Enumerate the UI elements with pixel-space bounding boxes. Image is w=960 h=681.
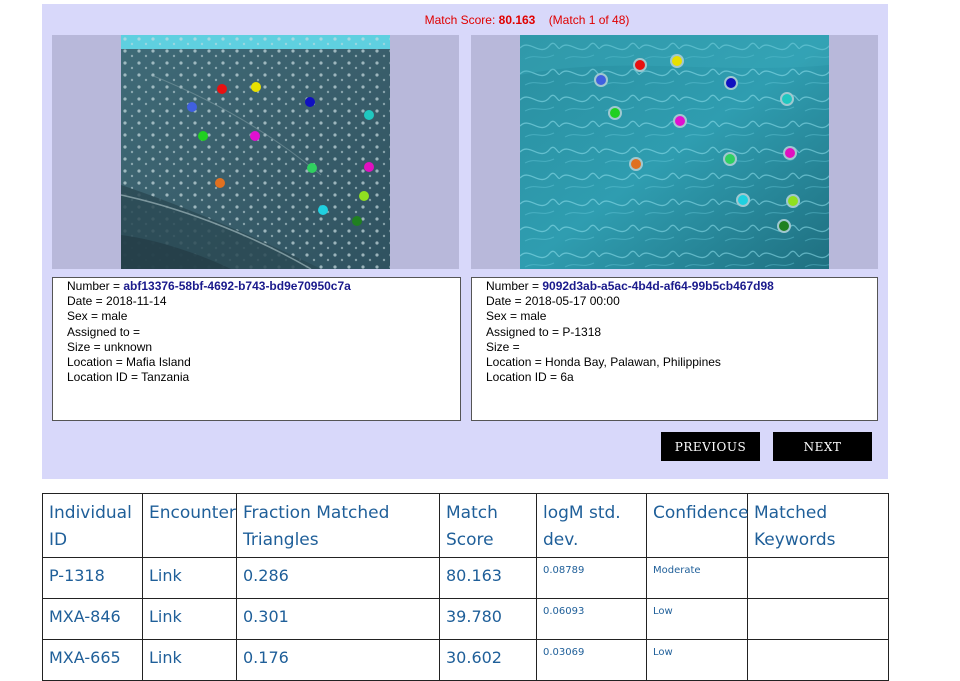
spot-marker [364, 162, 374, 172]
match-score-label: Match Score: [424, 13, 496, 27]
encounter-sex: Sex = male [486, 309, 547, 324]
right-encounter-info: Number = 9092d3ab-a5ac-4b4d-af64-99b5cb4… [471, 277, 878, 421]
individual-id-link[interactable]: MXA-665 [42, 639, 143, 681]
previous-button[interactable]: Previous [661, 432, 760, 461]
match-score-value: 80.163 [498, 13, 536, 27]
encounter-location: Location = Honda Bay, Palawan, Philippin… [486, 355, 721, 370]
fraction-matched-cell: 0.301 [236, 598, 440, 640]
table-row: MXA-665 Link 0.176 30.602 0.03069 Low [42, 639, 889, 681]
table-row: MXA-846 Link 0.301 39.780 0.06093 Low [42, 598, 889, 640]
spot-marker [352, 216, 362, 226]
encounter-number-label: Number = [67, 279, 124, 293]
encounter-number-link[interactable]: 9092d3ab-a5ac-4b4d-af64-99b5cb467d98 [542, 279, 773, 293]
spot-marker [736, 193, 750, 207]
encounter-link[interactable]: Link [142, 557, 237, 599]
fraction-matched-cell: 0.176 [236, 639, 440, 681]
encounter-number-line: Number = abf13376-58bf-4692-b743-bd9e709… [67, 279, 460, 294]
confidence-cell: Low [646, 639, 748, 681]
fraction-matched-cell: 0.286 [236, 557, 440, 599]
column-header-fraction-matched[interactable]: Fraction Matched Triangles [236, 493, 440, 558]
logm-cell: 0.03069 [536, 639, 647, 681]
match-results-table: Individual ID Encounter Fraction Matched… [42, 493, 889, 681]
logm-cell: 0.08789 [536, 557, 647, 599]
encounter-link[interactable]: Link [142, 598, 237, 640]
column-header-match-score[interactable]: Match Score [439, 493, 537, 558]
right-encounter-photo[interactable] [520, 35, 829, 269]
match-score-line: Match Score: 80.163 (Match 1 of 48) [42, 13, 888, 27]
spot-marker [198, 131, 208, 141]
logm-cell: 0.06093 [536, 598, 647, 640]
right-encounter-image-frame [471, 35, 878, 269]
match-score-cell: 30.602 [439, 639, 537, 681]
spot-marker [670, 54, 684, 68]
spot-marker [307, 163, 317, 173]
spot-marker [215, 178, 225, 188]
individual-id-link[interactable]: MXA-846 [42, 598, 143, 640]
spot-marker [359, 191, 369, 201]
encounter-location: Location = Mafia Island [67, 355, 191, 370]
matched-keywords-cell [747, 639, 889, 681]
column-header-encounter[interactable]: Encounter [142, 493, 237, 558]
spot-marker [724, 76, 738, 90]
spot-marker [187, 102, 197, 112]
spot-marker [777, 219, 791, 233]
column-header-confidence[interactable]: Confidence [646, 493, 749, 558]
encounter-sex: Sex = male [67, 309, 128, 324]
confidence-cell: Low [646, 598, 748, 640]
spot-marker [783, 146, 797, 160]
encounter-date: Date = 2018-05-17 00:00 [486, 294, 620, 309]
table-row: P-1318 Link 0.286 80.163 0.08789 Moderat… [42, 557, 889, 599]
encounter-assigned-to: Assigned to = P-1318 [486, 324, 602, 339]
match-panel: Match Score: 80.163 (Match 1 of 48) Numb… [42, 4, 888, 479]
matched-keywords-cell [747, 598, 889, 640]
encounter-link[interactable]: Link [142, 639, 237, 681]
column-header-matched-keywords[interactable]: Matched Keywords [747, 493, 889, 558]
spot-marker [364, 110, 374, 120]
next-button[interactable]: Next [773, 432, 872, 461]
spot-marker [673, 114, 687, 128]
encounter-location-id: Location ID = 6a [486, 370, 574, 385]
encounter-assigned-to: Assigned to = [67, 324, 141, 339]
spot-marker [786, 194, 800, 208]
table-header-row: Individual ID Encounter Fraction Matched… [42, 493, 889, 558]
left-encounter-image-frame [52, 35, 459, 269]
spot-marker [594, 73, 608, 87]
match-index: (Match 1 of 48) [548, 13, 630, 27]
encounter-size: Size = [486, 339, 520, 354]
match-score-cell: 39.780 [439, 598, 537, 640]
spot-marker [305, 97, 315, 107]
column-header-individual-id[interactable]: Individual ID [42, 493, 143, 558]
spot-marker [318, 205, 328, 215]
encounter-date: Date = 2018-11-14 [67, 294, 167, 309]
spot-marker [629, 157, 643, 171]
encounter-number-label: Number = [486, 279, 543, 293]
matched-keywords-cell [747, 557, 889, 599]
encounter-number-line: Number = 9092d3ab-a5ac-4b4d-af64-99b5cb4… [486, 279, 877, 294]
individual-id-link[interactable]: P-1318 [42, 557, 143, 599]
confidence-cell: Moderate [646, 557, 748, 599]
spot-marker [608, 106, 622, 120]
spot-marker [780, 92, 794, 106]
spot-marker [633, 58, 647, 72]
spot-marker [251, 82, 261, 92]
spot-marker [250, 131, 260, 141]
spot-marker [723, 152, 737, 166]
column-header-logm-std-dev[interactable]: logM std. dev. [536, 493, 647, 558]
encounter-size: Size = unknown [67, 339, 153, 354]
match-score-cell: 80.163 [439, 557, 537, 599]
left-encounter-info: Number = abf13376-58bf-4692-b743-bd9e709… [52, 277, 461, 421]
spot-marker [217, 84, 227, 94]
encounter-number-link[interactable]: abf13376-58bf-4692-b743-bd9e70950c7a [123, 279, 350, 293]
encounter-location-id: Location ID = Tanzania [67, 370, 190, 385]
left-encounter-photo[interactable] [121, 35, 390, 269]
